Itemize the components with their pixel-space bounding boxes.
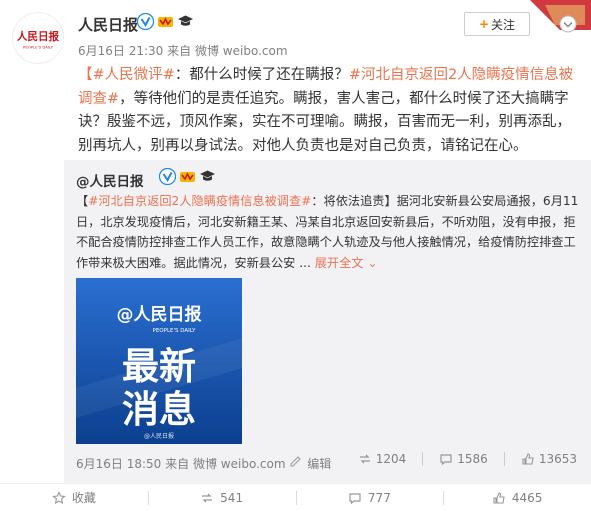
- vip-crown-icon[interactable]: [157, 13, 174, 30]
- post-source[interactable]: 微博 weibo.com: [195, 44, 288, 58]
- favorite-label: 收藏: [71, 491, 96, 505]
- repost-source[interactable]: 微博 weibo.com: [193, 457, 286, 471]
- repost-username[interactable]: @人民日报: [76, 170, 144, 190]
- post-actions-bar: 收藏 541 777 4465: [0, 483, 591, 511]
- more-options-button[interactable]: [558, 14, 578, 34]
- post-text: 【#人民微评#：都什么时候了还在瞒报？#河北自京返回2人隐瞒疫情信息被调查#，等…: [78, 64, 578, 158]
- repost-meta: 6月16日 18:50 来自 微博 weibo.com 编辑: [76, 454, 331, 472]
- repost-actions: 1204 1586 13653: [358, 452, 577, 466]
- like-count: 4465: [511, 490, 543, 505]
- weibo-post-card: 人民日报 PEOPLE'S DAILY 人民日报 6月16日 21:30 来自 …: [0, 0, 591, 511]
- comment-count: 777: [367, 490, 391, 505]
- edit-icon: [289, 456, 307, 471]
- repost-count: 1204: [375, 452, 407, 466]
- graduation-cap-icon[interactable]: [177, 13, 194, 30]
- like-count: 13653: [538, 452, 577, 466]
- repost-icon: [202, 493, 213, 502]
- reposted-weibo: @人民日报 【#河北自京返回2人隐瞒疫情信息被调查#：将依法追责】据河北安新县公…: [64, 160, 591, 483]
- chevron-down-icon: ⌄: [367, 255, 378, 270]
- post-date[interactable]: 6月16日 21:30: [78, 44, 163, 58]
- verified-v-icon[interactable]: [136, 12, 155, 31]
- verified-v-icon[interactable]: [158, 167, 177, 186]
- divider: [422, 452, 424, 466]
- like-icon: [493, 491, 505, 504]
- repost-date[interactable]: 6月16日 18:50: [76, 457, 161, 471]
- repost-text-open: 【: [76, 194, 89, 208]
- avatar-logo-text: 人民日报: [17, 30, 60, 43]
- repost-image[interactable]: @人民日报 PEOPLE'S DAILY 最新 消息 @人民日报: [76, 278, 242, 444]
- thumb-logo-sub: PEOPLE'S DAILY: [153, 328, 197, 334]
- repost-from: 来自: [165, 457, 190, 471]
- repost-edited: 编辑: [307, 457, 332, 471]
- avatar-logo-sub: PEOPLE'S DAILY: [23, 45, 54, 50]
- thumb-logo-text: @人民日报: [117, 304, 202, 325]
- expand-full-text-link[interactable]: 展开全文 ⌄: [315, 256, 378, 270]
- comment-icon: [440, 454, 452, 466]
- post-username[interactable]: 人民日报: [78, 14, 138, 35]
- thumb-watermark: @人民日报: [144, 432, 174, 440]
- plus-icon: +: [478, 17, 490, 31]
- hashtag-link[interactable]: 【#人民微评#: [78, 67, 175, 83]
- thumb-headline-1: 最新: [122, 345, 196, 388]
- user-badges: [136, 12, 194, 31]
- post-text-part: ：都什么时候了还在瞒报？: [174, 67, 349, 83]
- repost-count: 541: [220, 490, 244, 505]
- divider: [503, 452, 505, 466]
- post-from: 来自: [167, 44, 192, 58]
- graduation-cap-icon[interactable]: [199, 168, 216, 185]
- like-button[interactable]: 4465: [443, 484, 591, 511]
- repost-button[interactable]: 541: [147, 484, 296, 511]
- expand-label: 展开全文: [314, 255, 364, 270]
- follow-button[interactable]: + 关注: [464, 12, 530, 36]
- post-text-part: ，等待他们的是责任追究。瞒报，害人害己，都什么时候了还大搞瞒字诀？殷鉴不远，顶风…: [78, 90, 571, 154]
- repost-icon: [359, 454, 370, 464]
- follow-label: 关注: [491, 17, 516, 32]
- comment-button[interactable]: 777: [295, 484, 444, 511]
- chevron-down-icon: [559, 15, 577, 33]
- post-meta: 6月16日 21:30 来自 微博 weibo.com: [78, 42, 288, 59]
- like-icon: [522, 453, 534, 465]
- repost-user-badges: [158, 167, 216, 186]
- repost-repost-button[interactable]: 1204: [358, 452, 407, 466]
- comment-icon: [349, 492, 361, 504]
- repost-text: 【#河北自京返回2人隐瞒疫情信息被调查#：将依法追责】据河北安新县公安局通报，6…: [76, 191, 581, 273]
- repost-like-button[interactable]: 13653: [521, 452, 577, 466]
- favorite-button[interactable]: 收藏: [0, 484, 148, 511]
- repost-comment-button[interactable]: 1586: [439, 452, 488, 466]
- star-icon: [52, 490, 66, 504]
- hashtag-link[interactable]: #河北自京返回2人隐瞒疫情信息被调查#: [88, 194, 311, 208]
- thumb-headline-2: 消息: [122, 388, 196, 431]
- avatar[interactable]: 人民日报 PEOPLE'S DAILY: [12, 12, 64, 64]
- vip-crown-icon[interactable]: [179, 168, 196, 185]
- comment-count: 1586: [457, 452, 488, 466]
